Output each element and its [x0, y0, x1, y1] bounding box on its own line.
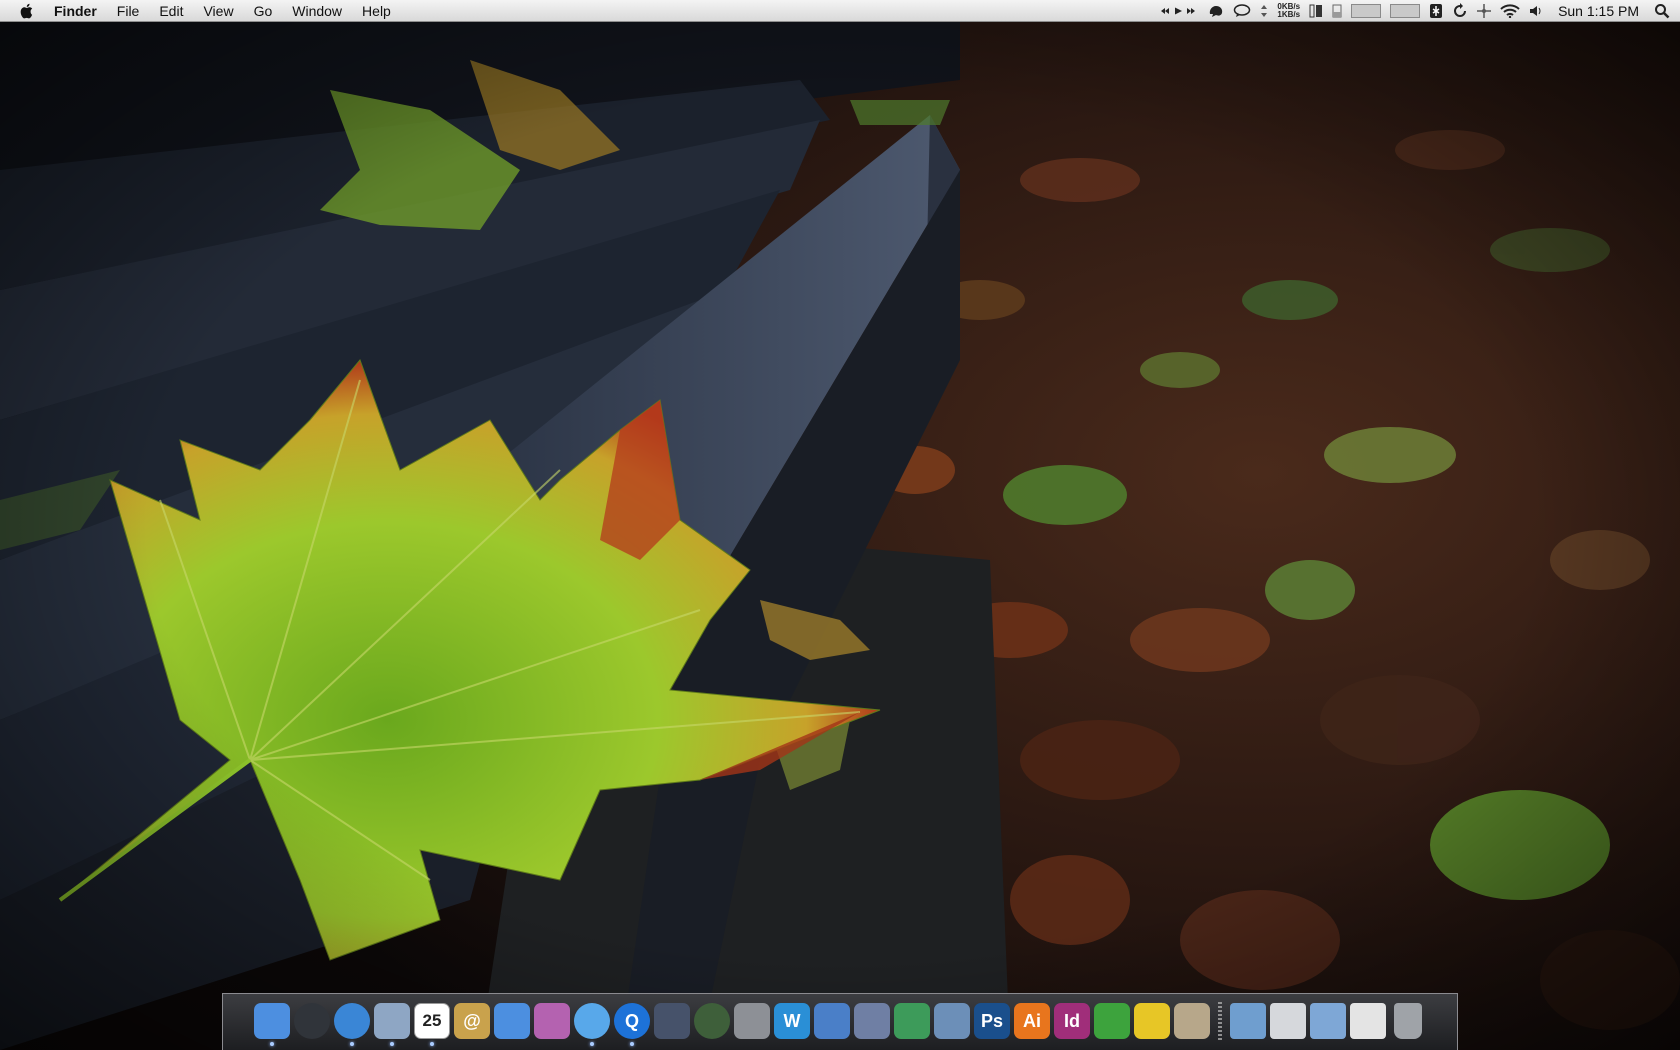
- dock-item-illustrator[interactable]: Ai: [1013, 997, 1051, 1047]
- trash-icon: [1394, 1003, 1422, 1039]
- dock-stack-screenshots[interactable]: [1349, 997, 1387, 1047]
- dock-item-finder[interactable]: [253, 997, 291, 1047]
- menu-app-finder[interactable]: Finder: [46, 0, 107, 22]
- dock-item-cyberduck[interactable]: [1133, 997, 1171, 1047]
- dock-item-ichat[interactable]: [493, 997, 531, 1047]
- dock-item-itunes[interactable]: [573, 997, 611, 1047]
- dock-item-spaces[interactable]: [653, 997, 691, 1047]
- menu-go[interactable]: Go: [244, 0, 283, 22]
- running-indicator: [590, 1042, 594, 1046]
- safari-icon: [334, 1003, 370, 1039]
- itunes-icon: [574, 1003, 610, 1039]
- growl-icon[interactable]: [1208, 0, 1224, 22]
- dock-item-preview[interactable]: [1173, 997, 1211, 1047]
- cpu-graph-icon[interactable]: [1351, 3, 1382, 18]
- dock-item-safari[interactable]: [333, 997, 371, 1047]
- memory-meter-icon[interactable]: [1309, 0, 1323, 22]
- running-indicator: [630, 1042, 634, 1046]
- dock-stack-applications[interactable]: [1229, 997, 1267, 1047]
- menu-window[interactable]: Window: [282, 0, 352, 22]
- menubar-clock[interactable]: Sun 1:15 PM: [1552, 0, 1645, 22]
- wordpress-blogo-icon: W: [774, 1003, 810, 1039]
- net-up-value: 1KB/s: [1277, 9, 1301, 19]
- iphoto-icon: [934, 1003, 970, 1039]
- dock-item-iphoto[interactable]: [933, 997, 971, 1047]
- media-play-icon: [1175, 7, 1183, 14]
- running-indicator: [430, 1042, 434, 1046]
- indesign-icon: Id: [1054, 1003, 1090, 1039]
- spotlight-icon[interactable]: [1654, 0, 1670, 22]
- dock-divider[interactable]: [1218, 1002, 1222, 1042]
- dock-item-keynote[interactable]: [813, 997, 851, 1047]
- numbers-icon: [894, 1003, 930, 1039]
- menu-help[interactable]: Help: [352, 0, 401, 22]
- dock-item-time-machine[interactable]: [693, 997, 731, 1047]
- time-machine-sync-icon[interactable]: [1452, 0, 1468, 22]
- cyberduck-icon: [1134, 1003, 1170, 1039]
- dock-item-ical[interactable]: 25: [413, 997, 451, 1047]
- dock-item-numbers[interactable]: [893, 997, 931, 1047]
- menu-bar: Finder File Edit View Go Window Help 0KB…: [0, 0, 1680, 22]
- dock-item-photoshop[interactable]: Ps: [973, 997, 1011, 1047]
- spaces-icon[interactable]: [1477, 0, 1492, 22]
- volume-icon[interactable]: [1529, 0, 1543, 22]
- ical-icon: 25: [414, 1003, 450, 1039]
- dock-stack-documents[interactable]: [1269, 997, 1307, 1047]
- applications-icon: [1230, 1003, 1266, 1039]
- photoshop-icon: Ps: [974, 1003, 1010, 1039]
- menu-file[interactable]: File: [107, 0, 150, 22]
- network-speed: 0KB/s 1KB/s: [1277, 0, 1300, 22]
- dock-stacks: [1229, 997, 1427, 1047]
- dock-item-mail[interactable]: [373, 997, 411, 1047]
- apple-logo-icon[interactable]: [16, 1, 36, 21]
- spaces-icon: [654, 1003, 690, 1039]
- preview-icon: [1174, 1003, 1210, 1039]
- illustrator-icon: Ai: [1014, 1003, 1050, 1039]
- media-forward-icon: [1187, 7, 1196, 14]
- system-preferences-icon: [734, 1003, 770, 1039]
- keynote-icon: [814, 1003, 850, 1039]
- dock-apps: 25 @ Q W Ps Ai Id: [253, 997, 1211, 1047]
- dock-item-indesign[interactable]: Id: [1053, 997, 1091, 1047]
- dock-item-script-editor[interactable]: [853, 997, 891, 1047]
- dock-item-coda-leaf[interactable]: [1093, 997, 1131, 1047]
- dock-item-quicktime[interactable]: Q: [613, 997, 651, 1047]
- dock-stack-downloads[interactable]: [1309, 997, 1347, 1047]
- running-indicator: [390, 1042, 394, 1046]
- running-indicator: [270, 1042, 274, 1046]
- speech-bubble-icon[interactable]: [1233, 0, 1251, 22]
- dock-item-system-preferences[interactable]: [733, 997, 771, 1047]
- dock-item-wordpress-blogo[interactable]: W: [773, 997, 811, 1047]
- downloads-icon: [1310, 1003, 1346, 1039]
- dock-item-address-book[interactable]: @: [453, 997, 491, 1047]
- media-rewind-icon: [1161, 7, 1170, 14]
- dock-stack-trash[interactable]: [1389, 997, 1427, 1047]
- menu-view[interactable]: View: [193, 0, 243, 22]
- dashboard-icon: [294, 1003, 330, 1039]
- screenshots-icon: [1350, 1003, 1386, 1039]
- bluetooth-like-icon[interactable]: [1429, 0, 1443, 22]
- running-indicator: [350, 1042, 354, 1046]
- dock-item-adium[interactable]: [533, 997, 571, 1047]
- network-graph-icon[interactable]: [1390, 3, 1421, 18]
- script-editor-icon: [854, 1003, 890, 1039]
- dock-item-dashboard[interactable]: [293, 997, 331, 1047]
- adium-icon: [534, 1003, 570, 1039]
- wifi-icon[interactable]: [1500, 0, 1520, 22]
- quicktime-icon: Q: [614, 1003, 650, 1039]
- coda-leaf-icon: [1094, 1003, 1130, 1039]
- menu-edit[interactable]: Edit: [149, 0, 193, 22]
- documents-icon: [1270, 1003, 1306, 1039]
- finder-icon: [254, 1003, 290, 1039]
- up-down-arrows-icon[interactable]: [1260, 0, 1268, 22]
- address-book-icon: @: [454, 1003, 490, 1039]
- dock: 25 @ Q W Ps Ai Id: [222, 993, 1458, 1050]
- mail-icon: [374, 1003, 410, 1039]
- desktop-wallpaper: [0, 0, 1680, 1050]
- ichat-icon: [494, 1003, 530, 1039]
- disk-meter-icon[interactable]: [1332, 0, 1342, 22]
- time-machine-icon: [694, 1003, 730, 1039]
- media-controls[interactable]: [1159, 0, 1199, 22]
